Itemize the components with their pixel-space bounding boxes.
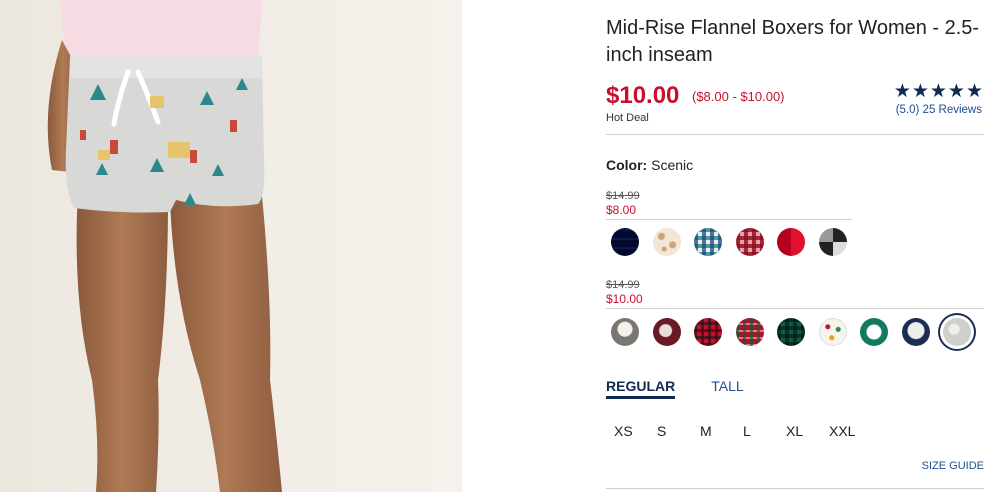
- swatch-gray-print[interactable]: [611, 318, 639, 346]
- swatch-green-sheep[interactable]: [860, 318, 888, 346]
- swatch-scenic-selected[interactable]: [943, 318, 971, 346]
- original-price: $14.99: [606, 279, 640, 291]
- divider: [606, 219, 852, 220]
- sale-price: $8.00: [606, 203, 637, 217]
- swatch-red-plaid[interactable]: [694, 318, 722, 346]
- swatch-teal-plaid[interactable]: [694, 228, 722, 256]
- divider: [606, 134, 984, 135]
- color-value: Scenic: [651, 157, 694, 173]
- tab-regular[interactable]: REGULAR: [606, 378, 676, 399]
- swatch-burgundy-print[interactable]: [652, 318, 681, 346]
- product-info-panel: Mid-Rise Flannel Boxers for Women - 2.5-…: [606, 0, 984, 492]
- size-l-button[interactable]: L: [743, 423, 786, 439]
- divider: [606, 308, 984, 309]
- product-title: Mid-Rise Flannel Boxers for Women - 2.5-…: [606, 17, 980, 66]
- swatch-red-gingham[interactable]: [735, 228, 764, 256]
- swatch-red-buffalo-check[interactable]: [777, 228, 805, 256]
- tab-tall[interactable]: TALL: [711, 378, 743, 399]
- color-label: Color:: [606, 157, 648, 173]
- size-guide-link[interactable]: SIZE GUIDE: [922, 460, 984, 472]
- original-price: $14.99: [606, 190, 640, 202]
- size-selector: XS S M L XL XXL: [614, 423, 872, 439]
- divider: [606, 488, 984, 489]
- price-range: ($8.00 - $10.00): [692, 89, 785, 104]
- size-m-button[interactable]: M: [700, 423, 743, 439]
- size-xl-button[interactable]: XL: [786, 423, 829, 439]
- color-selection: Color: Scenic: [606, 157, 693, 173]
- swatch-beige-leopard[interactable]: [652, 228, 681, 256]
- reviews-link[interactable]: (5.0) 25 Reviews: [896, 104, 982, 116]
- product-image[interactable]: [0, 0, 462, 492]
- model-photo: [0, 0, 462, 492]
- swatch-navy-check[interactable]: [611, 228, 639, 256]
- swatch-white-dots[interactable]: [818, 318, 847, 346]
- hot-deal-label: Hot Deal: [606, 112, 649, 124]
- swatch-row: [611, 318, 985, 346]
- size-xxl-button[interactable]: XXL: [829, 423, 872, 439]
- swatch-navy-llama[interactable]: [901, 318, 930, 346]
- rating-stars-icon[interactable]: ★★★★★: [894, 82, 984, 102]
- fit-tabs: REGULAR TALL: [606, 378, 780, 399]
- size-s-button[interactable]: S: [657, 423, 700, 439]
- sale-price: $10.00: [606, 292, 643, 306]
- current-price: $10.00: [606, 82, 680, 109]
- swatch-red-green-plaid[interactable]: [735, 318, 764, 346]
- swatch-row: [611, 228, 860, 256]
- size-xs-button[interactable]: XS: [614, 423, 657, 439]
- swatch-black-white-check[interactable]: [818, 228, 847, 256]
- swatch-green-plaid[interactable]: [777, 318, 805, 346]
